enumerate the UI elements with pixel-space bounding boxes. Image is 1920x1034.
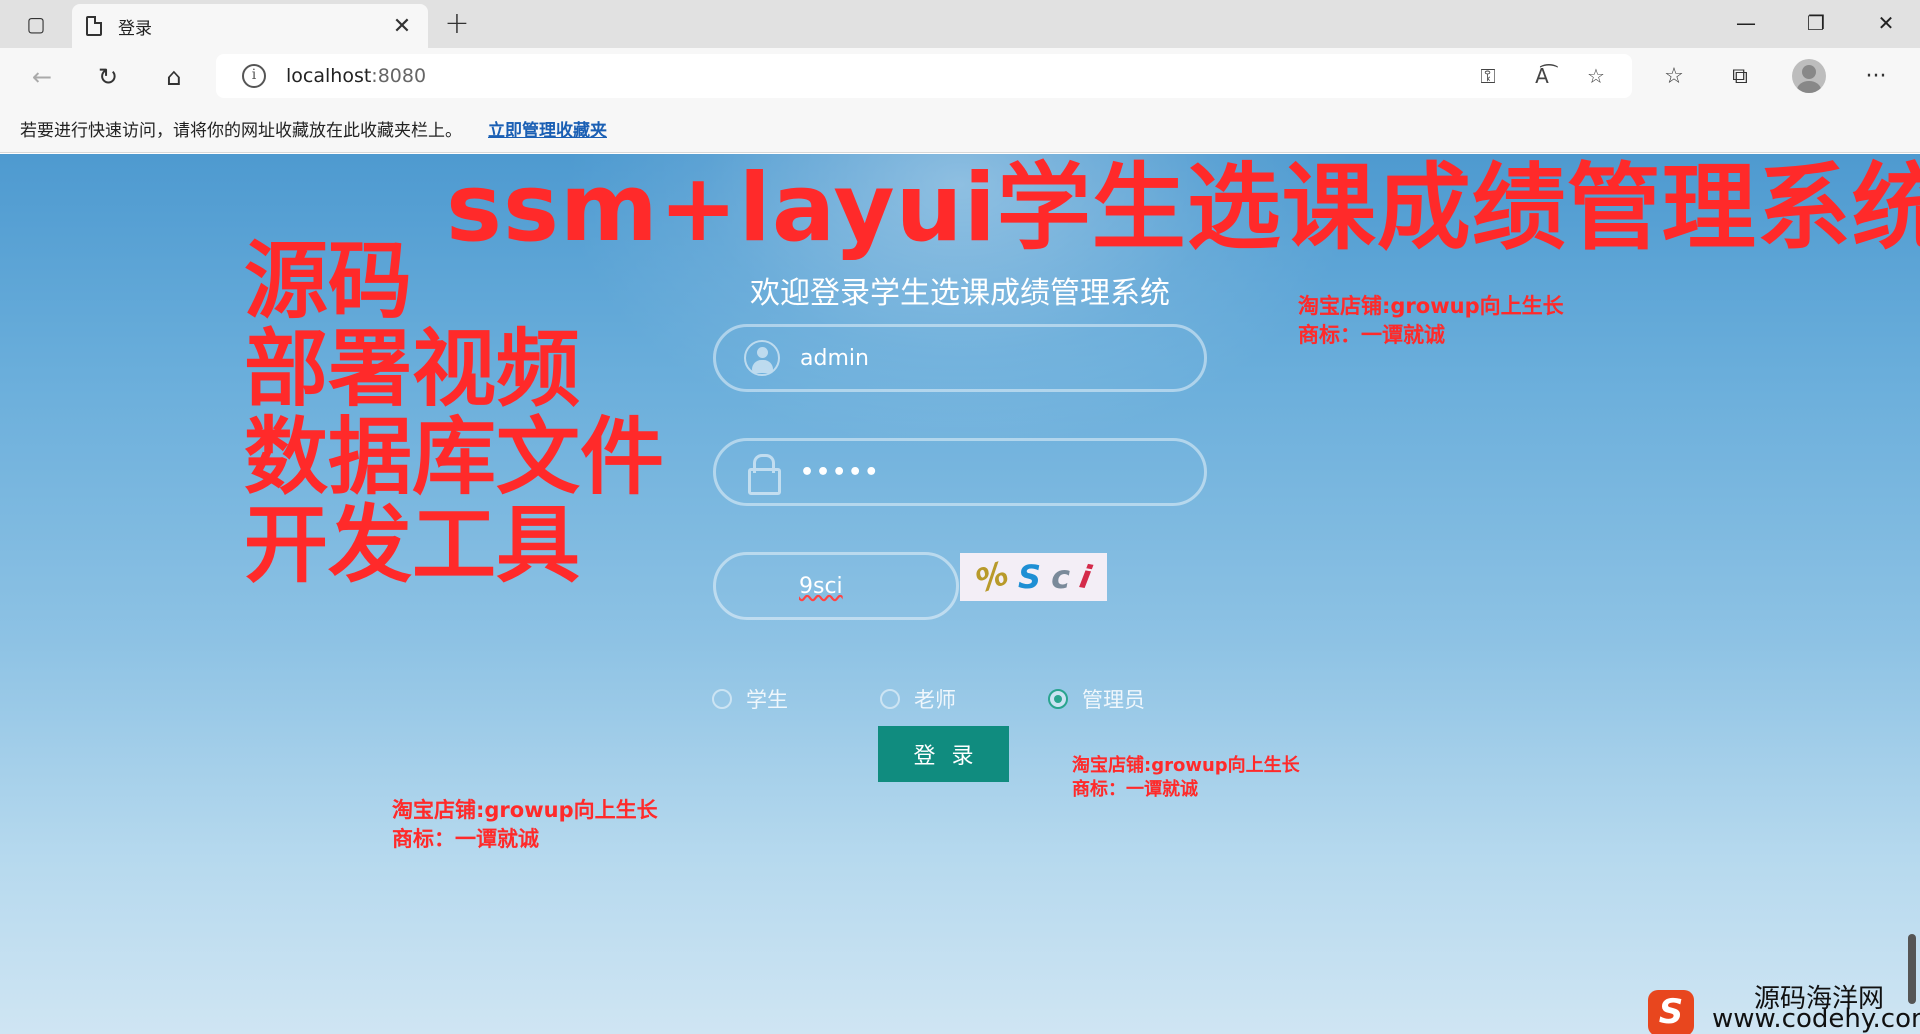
- captcha-char: i: [1076, 557, 1095, 597]
- shop-note-middle: 淘宝店铺:growup向上生长 商标：一谭就诚: [1072, 754, 1300, 802]
- page-scrollbar[interactable]: [1908, 934, 1916, 1004]
- role-option-teacher[interactable]: 老师: [880, 684, 956, 714]
- minimize-button[interactable]: —: [1718, 6, 1774, 40]
- role-label-teacher: 老师: [914, 688, 956, 712]
- captcha-char: %: [970, 553, 1014, 601]
- window-close-button[interactable]: ✕: [1858, 6, 1914, 40]
- collections-icon[interactable]: ⧉: [1720, 59, 1760, 95]
- watermark-site-url: www.codehy.com: [1712, 1004, 1920, 1034]
- radio-admin[interactable]: [1048, 689, 1068, 709]
- reload-icon[interactable]: ↻: [90, 59, 126, 95]
- shop-note-line: 商标：一谭就诚: [1298, 323, 1445, 347]
- profile-avatar[interactable]: [1792, 59, 1826, 93]
- back-arrow-icon[interactable]: ←: [24, 59, 60, 95]
- url-host: localhost: [286, 65, 372, 87]
- user-icon: [744, 340, 780, 376]
- more-menu-icon[interactable]: ···: [1856, 59, 1896, 95]
- add-favorite-star-icon[interactable]: ☆: [1578, 58, 1614, 94]
- banner-title: ssm+layui学生选课成绩管理系统: [446, 154, 1920, 263]
- favorites-icon[interactable]: ☆: [1654, 59, 1694, 95]
- role-option-admin[interactable]: 管理员: [1048, 684, 1145, 714]
- tab-actions-icon[interactable]: ▢: [14, 10, 58, 38]
- page-document-icon: [86, 16, 102, 36]
- captcha-char: S: [1018, 558, 1042, 596]
- url-port: :8080: [371, 65, 427, 87]
- address-bar[interactable]: i localhost:8080 ⚿ A͡ ☆: [216, 54, 1632, 98]
- login-page: ssm+layui学生选课成绩管理系统 源码 部署视频 数据库文件 开发工具 淘…: [0, 154, 1920, 1034]
- captcha-image[interactable]: % S c i: [960, 553, 1107, 601]
- tab-close-icon[interactable]: ✕: [390, 14, 414, 39]
- favorites-bar-prompt: 若要进行快速访问，请将你的网址收藏放在此收藏夹栏上。: [20, 121, 462, 141]
- shop-note-line: 商标：一谭就诚: [392, 827, 539, 851]
- favorites-bar: 若要进行快速访问，请将你的网址收藏放在此收藏夹栏上。 立即管理收藏夹: [0, 105, 1920, 153]
- shop-note-line: 淘宝店铺:growup向上生长: [1072, 755, 1300, 776]
- username-value: admin: [800, 345, 869, 371]
- read-aloud-icon[interactable]: A͡: [1524, 58, 1560, 94]
- shop-note-top-right: 淘宝店铺:growup向上生长 商标：一谭就诚: [1298, 292, 1564, 350]
- manage-favorites-link[interactable]: 立即管理收藏夹: [488, 116, 607, 141]
- site-info-icon[interactable]: i: [242, 64, 266, 88]
- password-value: •••••: [800, 459, 881, 485]
- promo-line-dev-tools: 开发工具: [244, 496, 581, 594]
- key-icon[interactable]: ⚿: [1470, 58, 1506, 94]
- captcha-value: 9sci: [799, 573, 843, 599]
- shop-note-line: 商标：一谭就诚: [1072, 779, 1198, 800]
- home-icon[interactable]: ⌂: [156, 59, 192, 95]
- radio-student[interactable]: [712, 689, 732, 709]
- address-bar-row: ← ↻ ⌂ i localhost:8080 ⚿ A͡ ☆ ☆ ⧉ ···: [0, 48, 1920, 105]
- username-input[interactable]: admin: [713, 324, 1207, 392]
- password-input[interactable]: •••••: [713, 438, 1207, 506]
- role-label-admin: 管理员: [1082, 688, 1145, 712]
- role-label-student: 学生: [746, 688, 788, 712]
- shop-note-line: 淘宝店铺:growup向上生长: [1298, 294, 1564, 318]
- browser-tab-active[interactable]: 登录 ✕: [72, 4, 428, 48]
- role-option-student[interactable]: 学生: [712, 684, 788, 714]
- radio-teacher[interactable]: [880, 689, 900, 709]
- new-tab-button[interactable]: +: [440, 8, 474, 42]
- tab-title: 登录: [118, 18, 152, 39]
- browser-tab-bar: ▢ 登录 ✕ + — ❐ ✕: [0, 0, 1920, 48]
- maximize-button[interactable]: ❐: [1788, 6, 1844, 40]
- captcha-input[interactable]: 9sci: [713, 552, 959, 620]
- shop-note-bottom-left: 淘宝店铺:growup向上生长 商标：一谭就诚: [392, 796, 658, 854]
- lock-icon: [744, 454, 781, 495]
- login-button[interactable]: 登录: [878, 726, 1009, 782]
- captcha-char: c: [1051, 558, 1071, 596]
- watermark-logo: S: [1648, 990, 1694, 1034]
- url-text[interactable]: localhost:8080: [286, 65, 1470, 87]
- login-title: 欢迎登录学生选课成绩管理系统: [750, 276, 1170, 311]
- shop-note-line: 淘宝店铺:growup向上生长: [392, 798, 658, 822]
